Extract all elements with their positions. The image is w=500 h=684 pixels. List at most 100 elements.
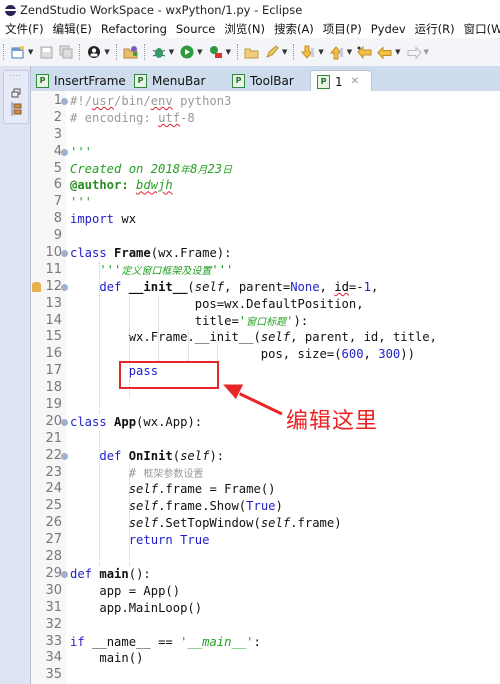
code-line[interactable]: 22 def OnInit(self): [31,448,500,465]
fold-toggle-icon[interactable] [61,418,68,426]
prev-annotation-icon[interactable] [329,44,345,60]
code-line[interactable]: 29 def main(): [31,566,500,583]
code-line[interactable]: 30 app = App() [31,583,500,600]
code-line[interactable]: 3 [31,127,500,144]
code-line[interactable]: 4 ''' [31,144,500,161]
close-tab-icon[interactable]: ✕ [351,76,359,87]
code-line[interactable]: 25 self.frame.Show(True) [31,498,500,515]
tab-insertframe[interactable]: P InsertFrame [36,70,126,91]
forward-dropdown-arrow[interactable]: ▼ [424,48,429,56]
code-line[interactable]: 19 [31,397,500,414]
fold-toggle-icon[interactable] [61,250,68,258]
code-line[interactable]: 20 class App(wx.App): [31,414,500,431]
code-line[interactable]: 34 main() [31,650,500,667]
toolbar-separator [236,44,239,60]
fold-toggle-icon[interactable] [61,283,68,291]
code-line[interactable]: 2 # encoding: utf-8 [31,110,500,127]
code-line[interactable]: 35 [31,667,500,684]
new-file-icon[interactable] [10,44,26,60]
code-line[interactable]: 33 if __name__ == '__main__': [31,634,500,651]
line-number: 9 [53,228,62,244]
code-line[interactable]: 10 class Frame(wx.Frame): [31,245,500,262]
menubar: 文件(F) 编辑(E) Refactoring Source 浏览(N) 搜索(… [0,20,500,38]
fold-toggle-icon[interactable] [61,98,68,105]
run-icon[interactable] [179,44,195,60]
code-line[interactable]: 5 Created on 2018年8月23日 [31,161,500,178]
warning-icon[interactable] [32,281,41,292]
last-edit-icon[interactable] [357,44,373,60]
code-line[interactable]: 9 [31,228,500,245]
menu-search[interactable]: 搜索(A) [269,21,318,37]
code-line[interactable]: 13 pos=wx.DefaultPosition, [31,296,500,313]
menu-source[interactable]: Source [171,22,220,36]
menu-navigate[interactable]: 浏览(N) [219,21,269,37]
code-text: class Frame(wx.Frame): [70,246,232,261]
code-line[interactable]: 7 ''' [31,194,500,211]
code-editor[interactable]: 1 #!/usr/bin/env python3 2 # encoding: utf-… [31,91,500,684]
code-line[interactable]: 8 import wx [31,211,500,228]
menu-pydev[interactable]: Pydev [366,22,410,36]
window-title: ZendStudio WorkSpace - wxPython/1.py - E… [20,3,303,17]
code-line[interactable]: 28 [31,549,500,566]
menu-edit[interactable]: 编辑(E) [48,21,96,37]
external-tools-icon[interactable] [208,44,224,60]
code-line[interactable]: 12 def __init__(self, parent=None, id=-1… [31,279,500,296]
line-number: 32 [45,616,62,632]
code-line[interactable]: 24 self.frame = Frame() [31,481,500,498]
save-all-icon[interactable] [58,44,74,60]
code-line[interactable]: 18 [31,380,500,397]
debug-bug-icon[interactable] [151,44,167,60]
code-line[interactable]: 31 app.MainLoop() [31,600,500,617]
next-annotation-icon[interactable] [300,44,316,60]
code-line[interactable]: 14 title='窗口标题'): [31,313,500,330]
open-folder-icon[interactable] [244,44,260,60]
back-dropdown-arrow[interactable]: ▼ [395,48,400,56]
next-annotation-dropdown-arrow[interactable]: ▼ [318,48,323,56]
save-icon[interactable] [38,44,54,60]
code-line[interactable]: 26 self.SetTopWindow(self.frame) [31,515,500,532]
code-line[interactable]: 27 return True [31,532,500,549]
menu-window[interactable]: 窗口(W) [459,21,500,37]
line-number: 22 [45,447,62,463]
profile-icon[interactable] [86,44,102,60]
line-number: 27 [45,532,62,548]
menu-project[interactable]: 项目(P) [318,21,366,37]
code-line[interactable]: 32 [31,617,500,634]
tab-toolbar[interactable]: P ToolBar [232,70,294,91]
code-line[interactable]: 15 wx.Frame.__init__(self, parent, id, t… [31,329,500,346]
tab-label: MenuBar [152,73,206,88]
restore-icon[interactable] [11,83,21,102]
pencil-icon[interactable] [264,44,280,60]
tab-menubar[interactable]: P MenuBar [134,70,205,91]
line-number: 13 [45,295,62,311]
menu-refactoring[interactable]: Refactoring [96,22,171,36]
menu-file[interactable]: 文件(F) [0,21,48,37]
code-line[interactable]: 21 [31,431,500,448]
code-line[interactable]: 16 pos, size=(600, 300)) [31,346,500,363]
external-tools-dropdown-arrow[interactable]: ▼ [226,48,231,56]
code-text: #!/usr/bin/env python3 [70,94,232,108]
open-project-icon[interactable] [123,44,139,60]
fold-toggle-icon[interactable] [61,452,68,460]
outline-view-icon[interactable] [10,101,22,120]
fold-toggle-icon[interactable] [61,570,68,578]
forward-icon[interactable] [406,44,422,60]
code-line[interactable]: 6 @author: bdwjh [31,177,500,194]
run-dropdown-arrow[interactable]: ▼ [197,48,202,56]
profile-dropdown-arrow[interactable]: ▼ [104,48,109,56]
minimized-view-stack: ···· [0,66,31,684]
pencil-dropdown-arrow[interactable]: ▼ [282,48,287,56]
drag-handle-icon[interactable]: ···· [9,72,22,80]
debug-dropdown-arrow[interactable]: ▼ [169,48,174,56]
back-icon[interactable] [377,44,393,60]
code-line[interactable]: 17 pass [31,363,500,380]
code-line[interactable]: 1 #!/usr/bin/env python3 [31,93,500,110]
menu-run[interactable]: 运行(R) [410,21,459,37]
tab-1-active[interactable]: P 1 ✕ [310,70,372,92]
code-line[interactable]: 11 '''定义窗口框架及设置''' [31,262,500,279]
new-dropdown-arrow[interactable]: ▼ [28,48,33,56]
fold-toggle-icon[interactable] [61,148,68,156]
code-line[interactable]: 23 # 框架参数设置 [31,465,500,482]
tab-label: ToolBar [250,73,294,88]
prev-annotation-dropdown-arrow[interactable]: ▼ [347,48,352,56]
